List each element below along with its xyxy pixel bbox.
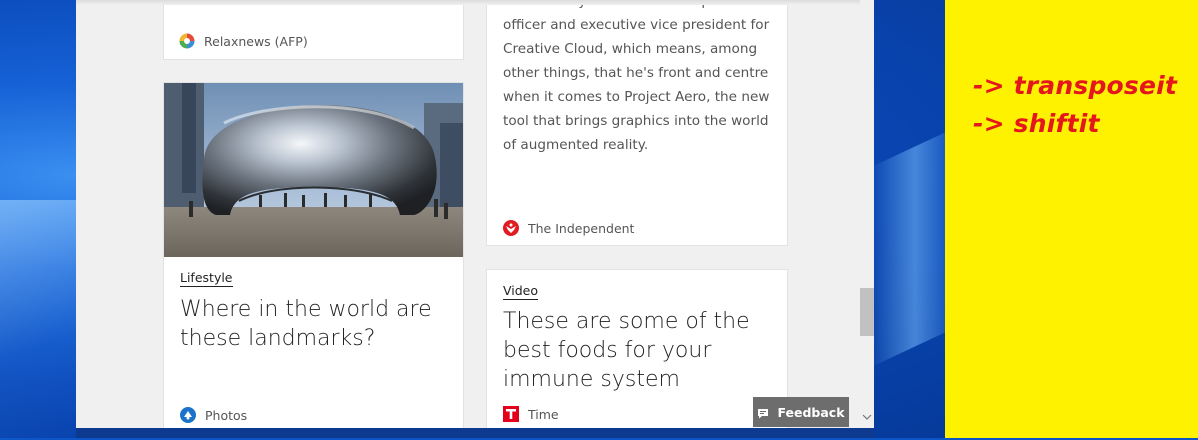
feedback-label: Feedback (777, 404, 845, 420)
article-source: Relaxnews (AFP) (179, 33, 308, 49)
scrollbar-thumb[interactable] (860, 288, 874, 336)
article-source: Photos (180, 407, 247, 423)
feedback-chat-icon (757, 407, 769, 418)
article-headline[interactable]: These are some of the best foods for you… (503, 307, 773, 394)
article-source-name: The Independent (528, 220, 635, 236)
article-headline[interactable]: Where in the world are these landmarks? (180, 295, 440, 353)
article-excerpt: Scott Belsky is Adobe's chief product of… (503, 0, 770, 153)
photos-icon (180, 407, 196, 423)
article-card-independent[interactable]: Scott Belsky is Adobe's chief product of… (486, 0, 788, 246)
article-source: Time (503, 406, 559, 422)
article-source-name: Relaxnews (AFP) (204, 33, 308, 49)
annotation-transposeit: -> transposeit (973, 71, 1178, 100)
vertical-scrollbar[interactable] (860, 0, 874, 428)
window-bottom-edge (76, 428, 874, 438)
article-card-relaxnews[interactable]: Relaxnews (AFP) (163, 0, 464, 60)
relaxnews-logo-icon (179, 33, 195, 49)
annotation-panel (945, 0, 1198, 438)
wallpaper-light-glow (0, 200, 76, 440)
article-card-foods[interactable]: Video These are some of the best foods f… (486, 269, 788, 428)
article-category[interactable]: Lifestyle (180, 270, 233, 287)
article-card-landmarks[interactable]: Lifestyle Where in the world are these l… (163, 82, 464, 428)
news-feed-window: Relaxnews (AFP) Scott Belsky is Adobe's … (76, 0, 874, 428)
article-source-name: Photos (205, 407, 248, 423)
article-source-name: Time (528, 406, 559, 422)
header-shadow (76, 0, 860, 5)
article-category[interactable]: Video (503, 283, 539, 300)
chevron-down-icon[interactable] (860, 412, 874, 426)
feedback-button[interactable]: Feedback (753, 397, 849, 427)
time-logo-icon (503, 406, 519, 422)
wallpaper-light-streak (870, 132, 945, 368)
annotation-shiftit: -> shiftit (973, 109, 1100, 138)
independent-eagle-icon (503, 220, 519, 236)
article-source: The Independent (503, 220, 634, 236)
cloud-gate-bean-photo (164, 83, 463, 257)
